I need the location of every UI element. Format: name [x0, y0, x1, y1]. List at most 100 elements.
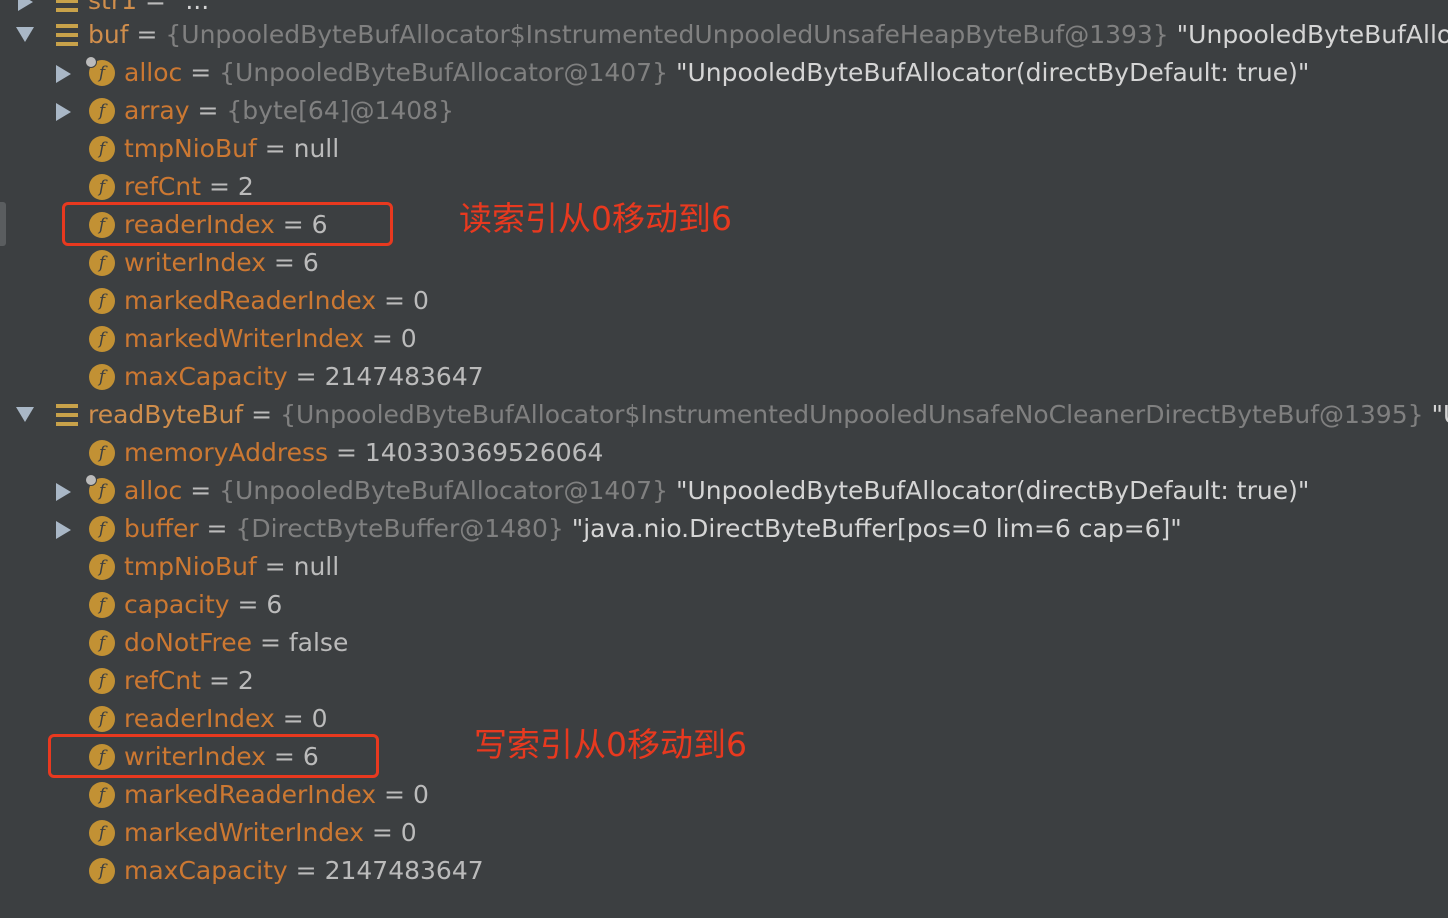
- variable-value: 0: [400, 324, 417, 353]
- variable-value: "Unp: [1431, 400, 1448, 429]
- field-icon: f: [89, 858, 115, 884]
- expand-arrow-right-icon[interactable]: [56, 103, 71, 121]
- variable-text: tmpNioBuf = null: [124, 548, 339, 586]
- variable-row-tmpniobuf[interactable]: f tmpNioBuf = null: [0, 130, 1448, 168]
- field-icon: f: [89, 630, 115, 656]
- equals-sign: =: [363, 818, 401, 847]
- object-reference: {UnpooledByteBufAllocator$InstrumentedUn…: [165, 20, 1169, 49]
- expand-arrow-down-icon[interactable]: [16, 27, 34, 42]
- variable-value: null: [293, 134, 340, 163]
- field-icon: f: [89, 174, 115, 200]
- variable-name: buf: [88, 20, 129, 49]
- reader-index-highlight-box: [62, 202, 393, 246]
- reader-index-annotation: 读索引从0移动到6: [459, 199, 732, 238]
- variable-text: refCnt = 2: [124, 168, 254, 206]
- equals-sign: =: [328, 438, 365, 467]
- expand-arrow-right-icon[interactable]: [56, 483, 71, 501]
- variable-name: str1: [88, 0, 138, 15]
- variable-row-memoryaddress[interactable]: f memoryAddress = 140330369526064: [0, 434, 1448, 472]
- field-icon: f: [89, 516, 115, 542]
- expand-arrow-right-icon[interactable]: [56, 521, 71, 539]
- variable-name: writerIndex: [124, 248, 266, 277]
- variable-value: 0: [412, 286, 429, 315]
- variable-row-buf[interactable]: buf = {UnpooledByteBufAllocator$Instrume…: [0, 16, 1448, 54]
- variable-text: doNotFree = false: [124, 624, 348, 662]
- field-pinned-icon: f: [85, 56, 115, 86]
- variable-text: markedWriterIndex = 0: [124, 814, 417, 852]
- equals-sign: =: [256, 134, 294, 163]
- field-icon: f: [89, 136, 115, 162]
- variable-name: buffer: [124, 514, 199, 543]
- equals-sign: =: [252, 628, 289, 657]
- equals-sign: =: [198, 514, 236, 543]
- equals-sign: =: [376, 780, 413, 809]
- variable-name: tmpNioBuf: [124, 134, 257, 163]
- object-list-icon: [56, 404, 78, 426]
- object-list-icon: [56, 24, 78, 46]
- variable-row-markedwriterindex[interactable]: f markedWriterIndex = 0: [0, 320, 1448, 358]
- variable-text: maxCapacity = 2147483647: [124, 852, 484, 890]
- variable-row-writerindex[interactable]: f writerIndex = 6: [0, 244, 1448, 282]
- variable-text: memoryAddress = 140330369526064: [124, 434, 603, 472]
- variable-row-alloc[interactable]: f alloc = {UnpooledByteBufAllocator@1407}…: [0, 472, 1448, 510]
- variable-name: markedReaderIndex: [124, 286, 377, 315]
- variable-value: 2: [237, 172, 254, 201]
- variable-value: "...": [173, 0, 221, 15]
- variable-row-markedreaderindex[interactable]: f markedReaderIndex = 0: [0, 776, 1448, 814]
- field-icon: f: [89, 554, 115, 580]
- variable-name: tmpNioBuf: [124, 552, 257, 581]
- object-reference: {byte[64]@1408}: [226, 96, 455, 125]
- variable-text: alloc = {UnpooledByteBufAllocator@1407} …: [124, 54, 1309, 92]
- equals-sign: =: [287, 856, 325, 885]
- equals-sign: =: [189, 96, 227, 125]
- equals-sign: =: [201, 666, 238, 695]
- expand-arrow-down-icon[interactable]: [16, 407, 34, 422]
- variable-row-capacity[interactable]: f capacity = 6: [0, 586, 1448, 624]
- object-reference: {UnpooledByteBufAllocator@1407}: [219, 476, 668, 505]
- variable-row-donotfree[interactable]: f doNotFree = false: [0, 624, 1448, 662]
- equals-sign: =: [128, 20, 166, 49]
- writer-index-highlight-box: [48, 734, 379, 778]
- pin-icon: [85, 474, 97, 486]
- variable-value: "UnpooledByteBufAlloca: [1176, 20, 1448, 49]
- field-icon: f: [89, 98, 115, 124]
- expand-arrow-right-icon[interactable]: [56, 65, 71, 83]
- variable-name: readerIndex: [124, 704, 275, 733]
- variable-name: refCnt: [124, 172, 202, 201]
- variable-row-maxcapacity[interactable]: f maxCapacity = 2147483647: [0, 852, 1448, 890]
- variable-row-buffer[interactable]: f buffer = {DirectByteBuffer@1480} "java.…: [0, 510, 1448, 548]
- variable-value: "UnpooledByteBufAllocator(directByDefaul…: [675, 58, 1310, 87]
- equals-sign: =: [182, 476, 220, 505]
- variable-row-refcnt[interactable]: f refCnt = 2: [0, 662, 1448, 700]
- variable-name: capacity: [124, 590, 230, 619]
- variable-row-tmpniobuf[interactable]: f tmpNioBuf = null: [0, 548, 1448, 586]
- variable-name: maxCapacity: [124, 856, 288, 885]
- variable-row-array[interactable]: f array = {byte[64]@1408}: [0, 92, 1448, 130]
- variable-row-readbytebuf[interactable]: readByteBuf = {UnpooledByteBufAllocator$…: [0, 396, 1448, 434]
- variable-row-maxcapacity[interactable]: f maxCapacity = 2147483647: [0, 358, 1448, 396]
- variable-text: tmpNioBuf = null: [124, 130, 339, 168]
- equals-sign: =: [229, 590, 267, 619]
- variable-row-markedreaderindex[interactable]: f markedReaderIndex = 0: [0, 282, 1448, 320]
- variable-text: refCnt = 2: [124, 662, 254, 700]
- variable-name: alloc: [124, 476, 183, 505]
- variable-name: readByteBuf: [88, 400, 244, 429]
- variable-row-alloc[interactable]: f alloc = {UnpooledByteBufAllocator@1407}…: [0, 54, 1448, 92]
- equals-sign: =: [256, 552, 294, 581]
- variable-value: 6: [302, 248, 319, 277]
- variable-text: readByteBuf = {UnpooledByteBufAllocator$…: [88, 396, 1448, 434]
- expand-arrow-right-icon[interactable]: [18, 0, 33, 11]
- equals-sign: =: [376, 286, 413, 315]
- variable-value: 140330369526064: [364, 438, 604, 467]
- variable-text: writerIndex = 6: [124, 244, 319, 282]
- variable-text: alloc = {UnpooledByteBufAllocator@1407} …: [124, 472, 1309, 510]
- variable-name: alloc: [124, 58, 183, 87]
- field-icon: f: [89, 288, 115, 314]
- variable-row-markedwriterindex[interactable]: f markedWriterIndex = 0: [0, 814, 1448, 852]
- variable-value: false: [288, 628, 349, 657]
- variable-text: array = {byte[64]@1408}: [124, 92, 454, 130]
- field-icon: f: [89, 326, 115, 352]
- variable-text: maxCapacity = 2147483647: [124, 358, 484, 396]
- variable-name: maxCapacity: [124, 362, 288, 391]
- equals-sign: =: [265, 248, 303, 277]
